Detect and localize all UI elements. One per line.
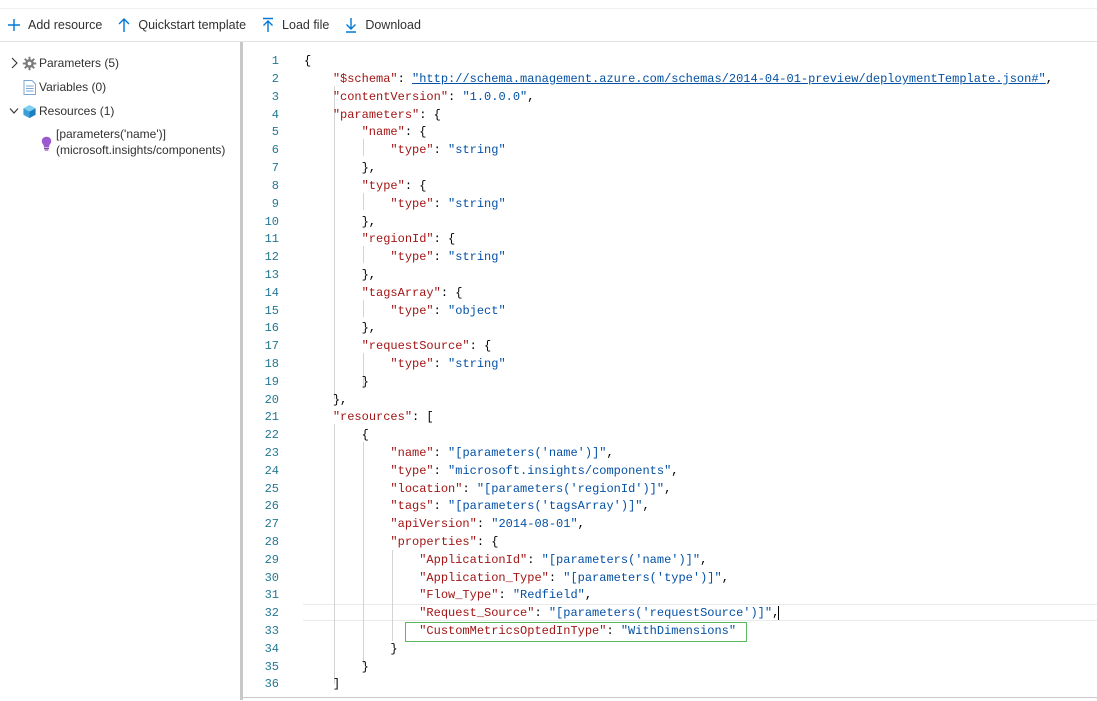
quickstart-template-label: Quickstart template xyxy=(138,17,247,32)
document-icon xyxy=(21,79,37,95)
download-button[interactable]: Download xyxy=(337,8,429,41)
code-line: 14 "tagsArray": { xyxy=(264,286,463,300)
added-property-highlight xyxy=(405,622,747,642)
plus-icon xyxy=(6,17,22,33)
code-line: 22 { xyxy=(264,428,369,442)
code-line: 23 "name": "[parameters('name')]", xyxy=(264,446,614,460)
code-line: 16 }, xyxy=(264,321,377,335)
resource-type-label: (microsoft.insights/components) xyxy=(56,143,226,157)
code-line: 26 "tags": "[parameters('tagsArray')]", xyxy=(264,499,650,513)
text-cursor xyxy=(778,606,779,620)
download-label: Download xyxy=(365,17,421,32)
code-line: 24 "type": "microsoft.insights/component… xyxy=(264,464,679,478)
code-line: 10 }, xyxy=(264,215,377,229)
lightbulb-icon xyxy=(38,135,54,151)
code-line: 17 "requestSource": { xyxy=(264,339,492,353)
code-line: 11 "regionId": { xyxy=(264,232,456,246)
tree-label-parameters: Parameters (5) xyxy=(39,56,120,70)
code-line: 1{ xyxy=(271,54,312,68)
tree-item-parameters[interactable]: Parameters (5) xyxy=(9,53,119,73)
code-line: 19 } xyxy=(264,375,369,389)
code-line: 15 "type": "object" xyxy=(264,304,506,318)
code-line: 12 "type": "string" xyxy=(264,250,506,264)
upload-icon xyxy=(260,17,276,33)
code-line: 32 "Request_Source": "[parameters('reque… xyxy=(264,606,780,620)
code-line: 7 }, xyxy=(271,161,377,175)
add-resource-button[interactable]: Add resource xyxy=(0,8,110,41)
code-line: 5 "name": { xyxy=(271,125,427,139)
code-line: 36 ] xyxy=(264,677,341,691)
editor-bottom-border xyxy=(243,697,1097,698)
schema-url-link[interactable]: "http://schema.management.azure.com/sche… xyxy=(412,72,1046,86)
cube-icon xyxy=(21,103,37,119)
code-line: 18 "type": "string" xyxy=(264,357,506,371)
code-line: 13 }, xyxy=(264,268,377,282)
download-icon xyxy=(343,17,359,33)
code-line: 9 "type": "string" xyxy=(271,197,506,211)
code-line: 30 "Application_Type": "[parameters('typ… xyxy=(264,571,729,585)
quickstart-template-button[interactable]: Quickstart template xyxy=(110,8,254,41)
template-outline-tree: Parameters (5) Variables (0) Resources (… xyxy=(0,42,240,701)
code-line: 29 "ApplicationId": "[parameters('name')… xyxy=(264,553,708,567)
gear-icon xyxy=(21,55,37,71)
code-line: 31 "Flow_Type": "Redfield", xyxy=(264,588,593,602)
tree-item-resources[interactable]: Resources (1) xyxy=(9,101,114,121)
load-file-button[interactable]: Load file xyxy=(254,8,337,41)
arrow-up-icon xyxy=(116,17,132,33)
code-line: 27 "apiVersion": "2014-08-01", xyxy=(264,517,585,531)
code-line: 21 "resources": [ xyxy=(264,410,434,424)
code-line: 20 }, xyxy=(264,393,348,407)
code-line: 3 "contentVersion": "1.0.0.0", xyxy=(271,90,535,104)
code-line: 25 "location": "[parameters('regionId')]… xyxy=(264,482,672,496)
code-line: 6 "type": "string" xyxy=(271,143,506,157)
tree-item-variables[interactable]: Variables (0) xyxy=(21,77,106,97)
code-line: 8 "type": { xyxy=(271,179,427,193)
json-code-editor[interactable]: 1{ 2 "$schema": "http://schema.managemen… xyxy=(243,42,1097,701)
chevron-right-icon[interactable] xyxy=(9,57,19,69)
code-line: 28 "properties": { xyxy=(264,535,499,549)
chevron-down-icon[interactable] xyxy=(9,105,19,117)
load-file-label: Load file xyxy=(282,17,330,32)
code-line: 2 "$schema": "http://schema.management.a… xyxy=(271,72,1053,86)
code-line: 35 } xyxy=(264,660,369,674)
tree-label-resources: Resources (1) xyxy=(39,104,115,118)
toolbar: Add resource Quickstart template Load fi… xyxy=(0,8,1097,42)
resource-name-label: [parameters('name')] xyxy=(56,127,166,141)
code-line: 4 "parameters": { xyxy=(271,108,441,122)
add-resource-label: Add resource xyxy=(28,17,103,32)
code-line: 34 } xyxy=(264,642,398,656)
tree-label-variables: Variables (0) xyxy=(39,80,107,94)
